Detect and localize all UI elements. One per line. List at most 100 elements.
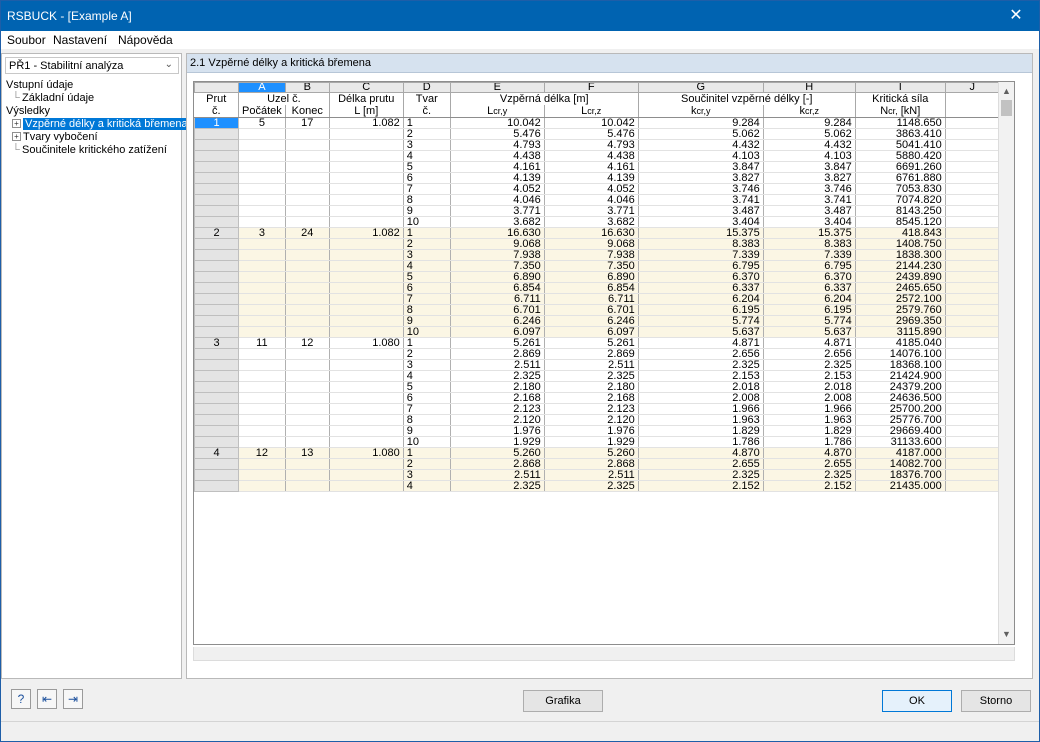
cell-lcrz[interactable]: 6.711 (544, 293, 639, 305)
cell-lcrz[interactable]: 2.120 (544, 414, 639, 426)
cell-kcry[interactable]: 9.284 (638, 117, 764, 129)
cell-kcrz[interactable]: 5.637 (763, 326, 856, 338)
cell-kcrz[interactable]: 3.746 (763, 183, 856, 195)
cell-empty[interactable] (945, 403, 1000, 415)
tree-item-vzperne-delky[interactable]: + Vzpěrné délky a kritická břemena (12, 118, 190, 131)
cell-start-node[interactable] (238, 469, 286, 481)
tree-item-soucinitele[interactable]: └ Součinitele kritického zatížení (12, 144, 167, 157)
cell-kcry[interactable]: 15.375 (638, 227, 764, 239)
cell-kcrz[interactable]: 3.487 (763, 205, 856, 217)
cell-ncr[interactable]: 8143.250 (855, 205, 946, 217)
cell-kcry[interactable]: 2.008 (638, 392, 764, 404)
cell-start-node[interactable] (238, 403, 286, 415)
cell-start-node[interactable] (238, 194, 286, 206)
cell-length[interactable] (329, 172, 404, 184)
cell-ncr[interactable]: 418.843 (855, 227, 946, 239)
cell-start-node[interactable] (238, 128, 286, 140)
cell-length[interactable] (329, 216, 404, 228)
column-letter[interactable]: B (284, 82, 330, 93)
cell-lcrz[interactable]: 10.042 (544, 117, 639, 129)
cell-length[interactable] (329, 370, 404, 382)
table-row[interactable]: 9 1.976 1.976 1.829 1.829 29669.400 (194, 425, 1000, 437)
table-row[interactable]: 5 6.890 6.890 6.370 6.370 2439.890 (194, 271, 1000, 283)
cell-lcry[interactable]: 1.976 (450, 425, 545, 437)
cell-lcrz[interactable]: 7.938 (544, 249, 639, 261)
cell-ncr[interactable]: 6761.880 (855, 172, 946, 184)
column-letter[interactable]: G (637, 82, 764, 93)
cell-lcrz[interactable]: 4.438 (544, 150, 639, 162)
table-row[interactable]: 9 6.246 6.246 5.774 5.774 2969.350 (194, 315, 1000, 327)
title-bar[interactable]: RSBUCK - [Example A] ✕ (1, 1, 1039, 31)
cell-kcry[interactable]: 1.786 (638, 436, 764, 448)
cell-empty[interactable] (945, 117, 1000, 129)
cell-ncr[interactable]: 5880.420 (855, 150, 946, 162)
cell-mode[interactable]: 4 (403, 150, 451, 162)
table-row[interactable]: 4 7.350 7.350 6.795 6.795 2144.230 (194, 260, 1000, 272)
cell-start-node[interactable] (238, 370, 286, 382)
cell-lcry[interactable]: 7.350 (450, 260, 545, 272)
cell-kcrz[interactable]: 6.204 (763, 293, 856, 305)
row-header-cell[interactable] (194, 150, 239, 162)
cell-end-node[interactable] (285, 304, 330, 316)
cell-length[interactable]: 1.082 (329, 117, 404, 129)
scroll-down-icon[interactable]: ▼ (1002, 629, 1011, 639)
cell-ncr[interactable]: 21435.000 (855, 480, 946, 492)
table-row[interactable]: 10 6.097 6.097 5.637 5.637 3115.890 (194, 326, 1000, 338)
cell-kcrz[interactable]: 7.339 (763, 249, 856, 261)
cell-mode[interactable]: 8 (403, 414, 451, 426)
cell-empty[interactable] (945, 447, 1000, 459)
cell-ncr[interactable]: 1408.750 (855, 238, 946, 250)
cell-lcrz[interactable]: 5.260 (544, 447, 639, 459)
cell-end-node[interactable] (285, 183, 330, 195)
cell-kcrz[interactable]: 2.325 (763, 469, 856, 481)
row-header-cell[interactable] (194, 370, 239, 382)
cell-end-node[interactable] (285, 293, 330, 305)
cell-lcrz[interactable]: 2.325 (544, 370, 639, 382)
row-header-cell[interactable] (194, 315, 239, 327)
cell-end-node[interactable] (285, 381, 330, 393)
cell-length[interactable]: 1.082 (329, 227, 404, 239)
cell-kcrz[interactable]: 1.786 (763, 436, 856, 448)
cell-kcrz[interactable]: 4.103 (763, 150, 856, 162)
cell-lcry[interactable]: 6.854 (450, 282, 545, 294)
cell-kcrz[interactable]: 4.432 (763, 139, 856, 151)
cell-kcry[interactable]: 6.337 (638, 282, 764, 294)
row-header-cell[interactable]: 4 (194, 447, 239, 459)
cell-end-node[interactable] (285, 326, 330, 338)
cell-start-node[interactable] (238, 381, 286, 393)
previous-table-icon[interactable]: ⇤ (37, 689, 57, 709)
cell-ncr[interactable]: 3863.410 (855, 128, 946, 140)
row-header-cell[interactable] (194, 194, 239, 206)
cell-lcry[interactable]: 2.869 (450, 348, 545, 360)
cell-length[interactable] (329, 271, 404, 283)
row-header-cell[interactable] (194, 458, 239, 470)
cell-mode[interactable]: 7 (403, 403, 451, 415)
cell-kcrz[interactable]: 2.018 (763, 381, 856, 393)
row-header-cell[interactable] (194, 271, 239, 283)
row-header-cell[interactable] (194, 216, 239, 228)
cell-kcry[interactable]: 5.062 (638, 128, 764, 140)
cell-ncr[interactable]: 25776.700 (855, 414, 946, 426)
cell-kcrz[interactable]: 2.655 (763, 458, 856, 470)
cell-start-node[interactable] (238, 260, 286, 272)
cell-kcrz[interactable]: 6.795 (763, 260, 856, 272)
cell-mode[interactable]: 7 (403, 293, 451, 305)
cell-mode[interactable]: 1 (403, 337, 451, 349)
cell-mode[interactable]: 6 (403, 282, 451, 294)
table-row[interactable]: 7 6.711 6.711 6.204 6.204 2572.100 (194, 293, 1000, 305)
cell-kcry[interactable]: 2.018 (638, 381, 764, 393)
cell-empty[interactable] (945, 425, 1000, 437)
cell-empty[interactable] (945, 249, 1000, 261)
cell-empty[interactable] (945, 348, 1000, 360)
cell-length[interactable] (329, 249, 404, 261)
cell-start-node[interactable] (238, 326, 286, 338)
cell-lcry[interactable]: 6.246 (450, 315, 545, 327)
row-header-cell[interactable] (194, 183, 239, 195)
cell-empty[interactable] (945, 172, 1000, 184)
cell-lcrz[interactable]: 4.139 (544, 172, 639, 184)
cell-length[interactable] (329, 315, 404, 327)
cell-ncr[interactable]: 24636.500 (855, 392, 946, 404)
cell-kcry[interactable]: 6.370 (638, 271, 764, 283)
cell-mode[interactable]: 4 (403, 370, 451, 382)
cell-lcrz[interactable]: 6.890 (544, 271, 639, 283)
